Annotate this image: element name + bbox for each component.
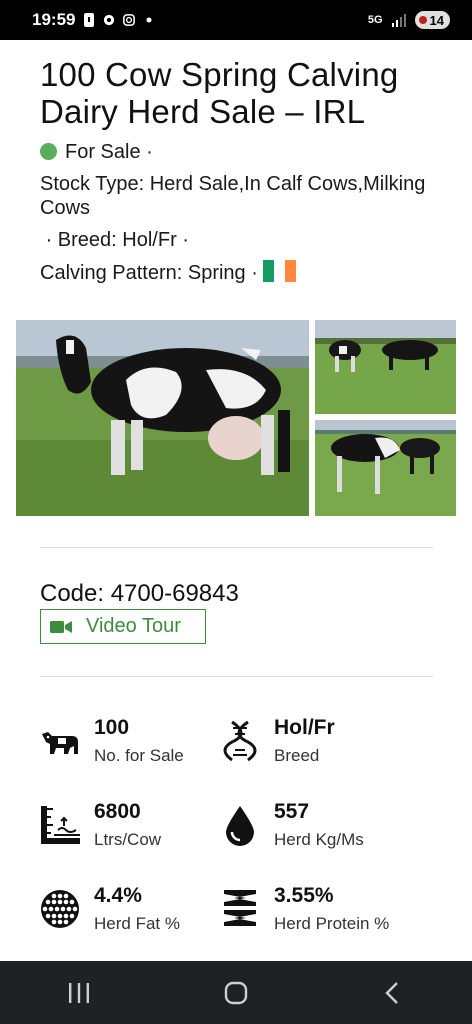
dna-icon xyxy=(223,720,257,762)
video-tour-button[interactable]: Video Tour xyxy=(40,609,206,644)
stat-herd-kg-ms: 557 Herd Kg/Ms xyxy=(220,800,410,862)
main-photo[interactable] xyxy=(16,320,309,516)
status-bar: 19:59 5G 14 xyxy=(0,0,472,40)
breed: Breed: Hol/Fr xyxy=(57,229,177,251)
ireland-flag-icon xyxy=(263,260,297,282)
stat-value: Hol/Fr xyxy=(274,716,335,739)
stat-number-for-sale: 100 No. for Sale xyxy=(40,716,230,778)
drop-icon xyxy=(226,806,254,846)
stat-label: Herd Protein % xyxy=(274,914,390,933)
home-button[interactable] xyxy=(206,973,266,1013)
back-icon xyxy=(385,981,399,1004)
stock-type: Stock Type: Herd Sale,In Calf Cows,Milki… xyxy=(40,173,426,219)
stat-label: No. for Sale xyxy=(94,746,184,765)
video-tour-label: Video Tour xyxy=(86,615,181,637)
battery-level: 14 xyxy=(429,12,444,28)
fat-globules-icon xyxy=(41,890,79,928)
divider xyxy=(40,547,433,548)
sim-icon xyxy=(84,13,95,27)
separator: · xyxy=(251,262,258,284)
stat-label: Herd Fat % xyxy=(94,914,180,933)
stat-value: 557 xyxy=(274,800,310,823)
thumbnail-photo-1[interactable] xyxy=(315,320,456,414)
calving-pattern: Calving Pattern: Spring xyxy=(40,262,246,284)
instagram-icon xyxy=(123,14,136,26)
stat-label: Breed xyxy=(274,746,320,765)
separator: · xyxy=(146,141,153,163)
listing-code: Code: 4700-69843 xyxy=(40,580,239,607)
chrome-icon xyxy=(104,14,115,26)
page-title: 100 Cow Spring Calving Dairy Herd Sale –… xyxy=(40,56,399,130)
stat-herd-protein: 3.55% Herd Protein % xyxy=(220,884,410,946)
listing-header: 100 Cow Spring Calving Dairy Herd Sale –… xyxy=(40,40,432,285)
system-nav-bar xyxy=(0,961,472,1024)
thumbnail-photo-2[interactable] xyxy=(315,420,456,516)
back-button[interactable] xyxy=(363,973,423,1013)
stat-value: 100 xyxy=(94,716,130,739)
clock: 19:59 xyxy=(32,10,76,29)
stat-breed: Hol/Fr Breed xyxy=(220,716,410,778)
stat-label: Ltrs/Cow xyxy=(94,830,162,849)
listing-meta: For Sale · Stock Type: Herd Sale,In Calf… xyxy=(40,140,432,285)
stat-value: 3.55% xyxy=(274,884,334,907)
stat-herd-fat: 4.4% Herd Fat % xyxy=(40,884,230,946)
video-camera-icon xyxy=(50,620,72,633)
separator: · xyxy=(182,229,189,251)
network-label: 5G xyxy=(367,14,383,26)
battery-badge: 14 xyxy=(414,11,450,29)
status-text: For Sale xyxy=(65,141,141,163)
notification-dot-icon xyxy=(146,17,152,23)
stat-litres-per-cow: 6800 Ltrs/Cow xyxy=(40,800,230,862)
cow-icon xyxy=(42,732,78,754)
battery-low-icon xyxy=(418,16,427,24)
stat-value: 4.4% xyxy=(94,884,142,907)
protein-icon xyxy=(224,890,256,926)
stat-label: Herd Kg/Ms xyxy=(274,830,364,849)
measure-icon xyxy=(41,806,80,844)
recent-apps-button[interactable] xyxy=(49,973,109,1013)
status-indicator-icon xyxy=(40,143,57,160)
recent-apps-icon xyxy=(68,982,89,1003)
home-icon xyxy=(224,981,248,1004)
signal-icon xyxy=(391,13,406,27)
stat-value: 6800 xyxy=(94,800,141,823)
divider xyxy=(40,676,433,677)
photo-gallery xyxy=(16,320,456,516)
separator: · xyxy=(45,229,53,251)
